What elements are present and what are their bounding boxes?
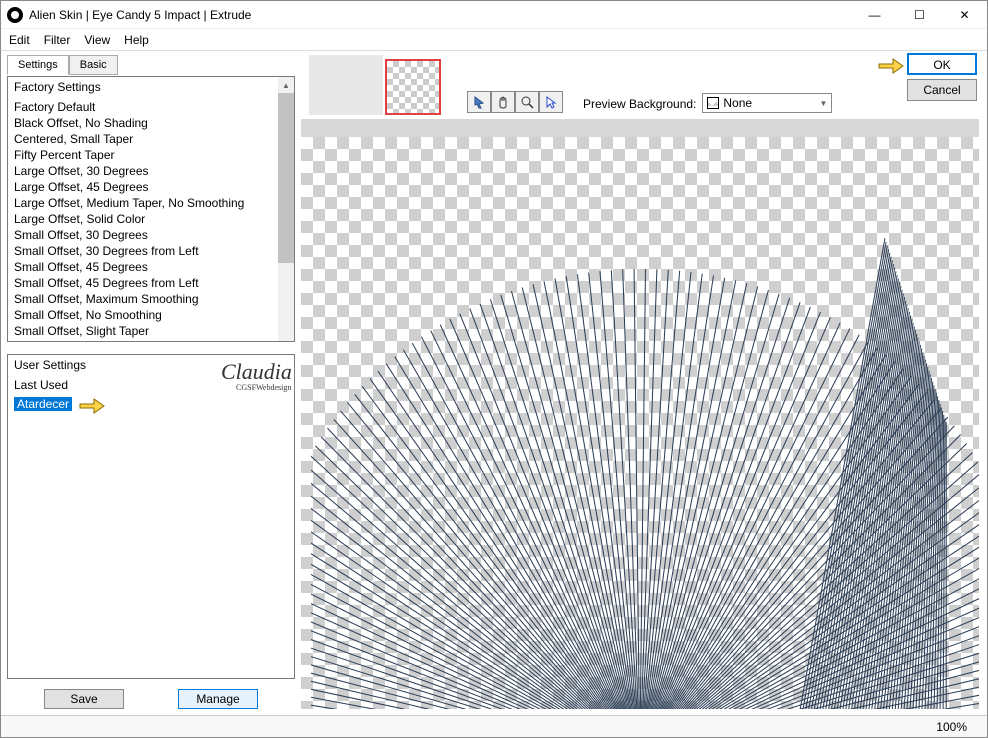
- right-panel: Preview Background: None ▼ OK Cancel: [301, 51, 987, 715]
- factory-settings-header: Factory Settings: [8, 77, 294, 97]
- list-item[interactable]: Large Offset, Medium Taper, No Smoothing: [8, 195, 294, 211]
- factory-settings-box: Factory Settings Factory Default Black O…: [7, 76, 295, 342]
- maximize-button[interactable]: ☐: [897, 1, 942, 29]
- list-item[interactable]: Large Offset, Solid Color: [8, 211, 294, 227]
- list-item[interactable]: Small Offset, No Smoothing: [8, 307, 294, 323]
- scrollbar-thumb[interactable]: [278, 93, 294, 263]
- menu-filter[interactable]: Filter: [44, 33, 71, 47]
- window-controls: — ☐ ✕: [852, 1, 987, 29]
- list-item[interactable]: Large Offset, 45 Degrees: [8, 179, 294, 195]
- tab-basic[interactable]: Basic: [69, 55, 118, 75]
- list-item[interactable]: Small Offset, 30 Degrees from Left: [8, 243, 294, 259]
- toolbar-grip: [309, 55, 383, 115]
- tool-hand-icon[interactable]: [491, 91, 515, 113]
- user-settings-list[interactable]: Last Used Atardecer: [8, 375, 294, 417]
- factory-settings-list[interactable]: Factory Default Black Offset, No Shading…: [8, 97, 294, 341]
- chevron-down-icon: ▼: [819, 99, 827, 108]
- list-item[interactable]: Black Offset, No Shading: [8, 115, 294, 131]
- tool-icons: [467, 91, 563, 113]
- list-item[interactable]: Small Offset, Slight Taper: [8, 323, 294, 339]
- menu-edit[interactable]: Edit: [9, 33, 30, 47]
- tab-settings[interactable]: Settings: [7, 55, 69, 75]
- menu-view[interactable]: View: [84, 33, 110, 47]
- user-settings-header: User Settings: [8, 355, 294, 375]
- minimize-button[interactable]: —: [852, 1, 897, 29]
- preview-bg-select[interactable]: None ▼: [702, 93, 832, 113]
- extrude-graphic: [311, 177, 979, 709]
- user-settings-box: User Settings Last Used Atardecer: [7, 354, 295, 679]
- titlebar: Alien Skin | Eye Candy 5 Impact | Extrud…: [1, 1, 987, 29]
- zoom-level: 100%: [936, 720, 967, 734]
- list-item[interactable]: Small Offset, Maximum Smoothing: [8, 291, 294, 307]
- preview-area: [301, 119, 979, 709]
- preview-bg-value: None: [723, 96, 752, 110]
- swatch-icon: [707, 97, 719, 109]
- menu-help[interactable]: Help: [124, 33, 149, 47]
- preview-canvas[interactable]: [301, 137, 979, 709]
- thumbnail[interactable]: [385, 59, 441, 115]
- app-icon: [7, 7, 23, 23]
- statusbar: 100%: [1, 715, 987, 737]
- list-item[interactable]: Factory Default: [8, 99, 294, 115]
- tool-pointer-icon[interactable]: [467, 91, 491, 113]
- list-item[interactable]: Small Offset, 45 Degrees from Left: [8, 275, 294, 291]
- ok-button[interactable]: OK: [907, 53, 977, 75]
- list-item-last-used[interactable]: Last Used: [8, 377, 294, 393]
- action-buttons: OK Cancel: [907, 53, 977, 101]
- list-item[interactable]: Large Offset, 30 Degrees: [8, 163, 294, 179]
- tool-zoom-icon[interactable]: [515, 91, 539, 113]
- window-title: Alien Skin | Eye Candy 5 Impact | Extrud…: [29, 8, 852, 22]
- list-item[interactable]: Small Offset, 30 Degrees: [8, 227, 294, 243]
- manage-button[interactable]: Manage: [178, 689, 258, 709]
- cancel-button[interactable]: Cancel: [907, 79, 977, 101]
- scrollbar[interactable]: ▲: [278, 77, 294, 341]
- main-content: Settings Basic Factory Settings Factory …: [1, 51, 987, 715]
- preview-bg-label: Preview Background:: [583, 97, 696, 111]
- tabs: Settings Basic: [7, 55, 295, 75]
- left-panel: Settings Basic Factory Settings Factory …: [1, 51, 301, 715]
- list-item-selected[interactable]: Atardecer: [14, 397, 72, 411]
- list-item[interactable]: Small Offset, 45 Degrees: [8, 259, 294, 275]
- close-button[interactable]: ✕: [942, 1, 987, 29]
- pointer-hand-icon: [877, 54, 905, 74]
- scroll-up-icon[interactable]: ▲: [278, 77, 294, 93]
- menubar: Edit Filter View Help: [1, 29, 987, 51]
- pointer-hand-icon: [78, 394, 106, 414]
- tool-arrow-icon[interactable]: [539, 91, 563, 113]
- list-item[interactable]: Centered, Small Taper: [8, 131, 294, 147]
- list-item[interactable]: Fifty Percent Taper: [8, 147, 294, 163]
- panel-buttons: Save Manage: [7, 689, 295, 709]
- save-button[interactable]: Save: [44, 689, 124, 709]
